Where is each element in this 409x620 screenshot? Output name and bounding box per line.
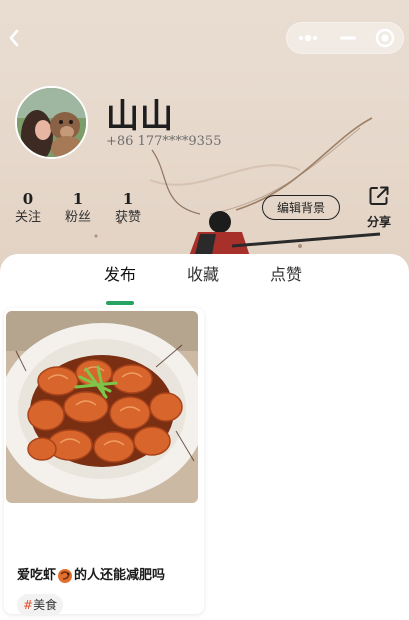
stat-likes-received-count: 1 xyxy=(122,190,134,208)
more-dots-icon xyxy=(299,34,318,42)
profile-avatar[interactable] xyxy=(15,86,88,159)
post-card[interactable]: 爱吃虾的人还能减肥吗 #美食 山山 0 xyxy=(4,308,204,616)
content-sheet: 发布 收藏 点赞 爱吃虾 的人还能减肥吗 #美食 xyxy=(0,254,409,620)
profile-name: 山山 xyxy=(106,96,174,135)
post-title-part-2: 的人还能减肥吗 xyxy=(74,568,166,583)
stat-likes-received[interactable]: 1 获赞 xyxy=(106,190,150,227)
tab-liked[interactable]: 点赞 xyxy=(256,264,316,286)
back-button[interactable] xyxy=(4,26,24,50)
capsule-menu-button[interactable] xyxy=(287,23,330,53)
profile-phone: +86 177****9355 xyxy=(106,134,222,149)
chevron-left-icon xyxy=(9,29,19,47)
stat-followers-label: 粉丝 xyxy=(64,210,91,225)
edit-background-button[interactable]: 编辑背景 xyxy=(262,195,340,220)
share-label: 分享 xyxy=(366,215,391,229)
stat-followers[interactable]: 1 粉丝 xyxy=(56,190,100,227)
stat-likes-received-label: 获赞 xyxy=(114,210,141,225)
post-cover-image xyxy=(6,311,198,503)
shrimp-dish-photo xyxy=(6,311,198,503)
stat-followers-count: 1 xyxy=(72,190,84,208)
minimize-icon xyxy=(339,36,356,40)
miniprogram-capsule xyxy=(286,22,404,54)
capsule-minimize-button[interactable] xyxy=(330,23,367,53)
share-button[interactable]: 分享 xyxy=(362,185,396,230)
share-external-icon xyxy=(369,186,389,205)
post-tag-label: 美食 xyxy=(33,598,58,612)
active-tab-indicator xyxy=(106,301,134,305)
post-tag-chip[interactable]: #美食 xyxy=(17,594,64,616)
profile-tabs: 发布 收藏 点赞 xyxy=(0,264,409,305)
shrimp-emoji-icon xyxy=(58,569,73,583)
tab-posts[interactable]: 发布 xyxy=(90,264,150,286)
profile-cover: 山山 +86 177****9355 0 关注 1 粉丝 1 获赞 编辑背景 分… xyxy=(0,0,409,275)
post-title: 爱吃虾 的人还能减肥吗 xyxy=(17,567,197,586)
tab-favorites[interactable]: 收藏 xyxy=(173,264,233,286)
stat-following[interactable]: 0 关注 xyxy=(6,190,50,227)
stat-following-count: 0 xyxy=(22,190,34,208)
target-close-icon xyxy=(375,28,394,48)
stat-following-label: 关注 xyxy=(14,210,41,225)
post-title-part-1: 爱吃虾 xyxy=(17,568,57,583)
hashtag-symbol: # xyxy=(23,598,34,612)
capsule-close-button[interactable] xyxy=(366,23,403,53)
